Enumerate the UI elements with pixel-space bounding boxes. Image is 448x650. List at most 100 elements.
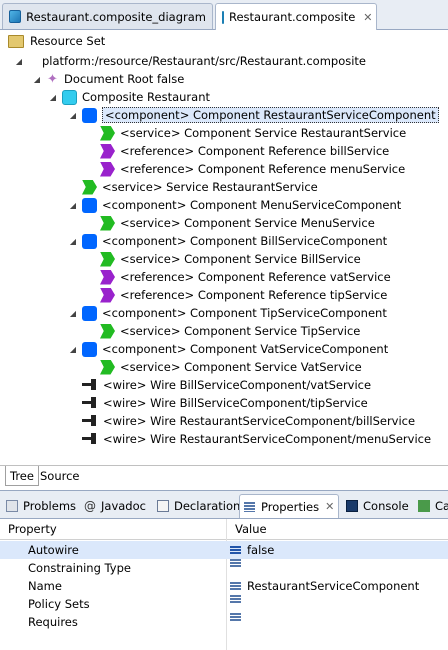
- tab-label: Properties: [261, 499, 320, 514]
- tab-label: Ca: [435, 498, 448, 513]
- tree-item-service[interactable]: <service> Component Service BillService: [100, 250, 361, 268]
- property-name: Name: [28, 579, 62, 593]
- tree-item-label: <reference> Component Reference tipServi…: [120, 288, 388, 302]
- tree-item-reference[interactable]: <reference> Component Reference menuServ…: [100, 160, 405, 178]
- tree-item-component[interactable]: ◢ <component> Component TipServiceCompon…: [68, 304, 387, 322]
- expand-arrow-icon[interactable]: ◢: [68, 111, 78, 120]
- reference-icon: [100, 269, 115, 285]
- tab-source[interactable]: Source: [36, 466, 84, 486]
- list-icon: [230, 581, 241, 591]
- composite-file-icon: [222, 10, 224, 24]
- expand-arrow-icon[interactable]: ◢: [14, 57, 24, 66]
- tree-item-label: <service> Component Service VatService: [120, 360, 362, 374]
- component-icon: [82, 233, 97, 249]
- tree-item-label: <component> Component RestaurantServiceC…: [102, 107, 439, 123]
- property-row-constraining-type[interactable]: Constraining Type: [0, 559, 448, 577]
- tree-item-label: <component> Component TipServiceComponen…: [102, 306, 387, 320]
- expand-arrow-icon[interactable]: ◢: [32, 75, 42, 84]
- tree-item-label: <reference> Component Reference vatServi…: [120, 270, 391, 284]
- wire-icon: [82, 396, 98, 410]
- at-icon: @: [84, 498, 96, 513]
- tab-tree[interactable]: Tree: [5, 466, 39, 486]
- tree-item-service[interactable]: <service> Service RestaurantService: [82, 178, 318, 196]
- property-value: false: [247, 543, 275, 557]
- property-row-name[interactable]: Name RestaurantServiceComponent: [0, 577, 448, 595]
- column-header-value[interactable]: Value: [227, 519, 448, 539]
- edit-value-icon: [230, 545, 241, 555]
- tab-properties[interactable]: Properties ✕: [239, 494, 340, 518]
- expand-arrow-icon[interactable]: ◢: [68, 201, 78, 210]
- service-icon: [100, 323, 115, 339]
- tree-item-document-root[interactable]: ◢ ✦ Document Root false: [32, 70, 184, 88]
- service-icon: [100, 215, 115, 231]
- component-icon: [82, 305, 97, 321]
- tree-item-composite[interactable]: ◢ Composite Restaurant: [48, 88, 210, 106]
- tree-item-wire[interactable]: <wire> Wire RestaurantServiceComponent/b…: [82, 412, 415, 430]
- declaration-icon: [157, 499, 169, 512]
- model-tree: ◢ platform:/resource/Restaurant/src/Rest…: [0, 52, 448, 464]
- expand-arrow-icon[interactable]: ◢: [68, 237, 78, 246]
- tab-restaurant-composite-diagram[interactable]: Restaurant.composite_diagram: [2, 3, 213, 29]
- tab-label: Problems: [23, 498, 77, 513]
- tree-item-label: <reference> Component Reference menuServ…: [120, 162, 406, 176]
- service-icon: [100, 359, 115, 375]
- tab-label: Source: [40, 469, 80, 483]
- tree-item-resource[interactable]: ◢ platform:/resource/Restaurant/src/Rest…: [14, 52, 366, 70]
- tree-item-label: <component> Component BillServiceCompone…: [102, 234, 388, 248]
- tab-restaurant-composite[interactable]: Restaurant.composite ✕: [215, 3, 377, 30]
- tree-item-reference[interactable]: <reference> Component Reference billServ…: [100, 142, 389, 160]
- diagram-file-icon: [9, 10, 22, 23]
- service-icon: [100, 125, 115, 141]
- tab-label: Javadoc: [101, 498, 146, 513]
- close-icon[interactable]: ✕: [325, 500, 334, 513]
- reference-icon: [100, 161, 115, 177]
- close-icon[interactable]: ✕: [363, 11, 372, 24]
- tree-item-component[interactable]: ◢ <component> Component MenuServiceCompo…: [68, 196, 401, 214]
- call-hierarchy-icon: [418, 499, 430, 512]
- tree-item-label: <component> Component MenuServiceCompone…: [102, 198, 402, 212]
- tree-item-label: <component> Component VatServiceComponen…: [102, 342, 389, 356]
- property-row-autowire[interactable]: Autowire false: [0, 541, 448, 559]
- tree-item-reference[interactable]: <reference> Component Reference tipServi…: [100, 286, 387, 304]
- resource-set-label: Resource Set: [30, 34, 106, 48]
- tree-item-service[interactable]: <service> Component Service MenuService: [100, 214, 375, 232]
- property-name: Policy Sets: [28, 597, 90, 611]
- tree-item-reference[interactable]: <reference> Component Reference vatServi…: [100, 268, 391, 286]
- tab-call-hierarchy[interactable]: Ca: [414, 494, 448, 517]
- tree-item-label: <service> Component Service MenuService: [120, 216, 375, 230]
- tree-item-wire[interactable]: <wire> Wire RestaurantServiceComponent/m…: [82, 430, 431, 448]
- folder-icon: [8, 34, 24, 48]
- tree-item-component[interactable]: ◢ <component> Component VatServiceCompon…: [68, 340, 388, 358]
- tree-item-label: <wire> Wire BillServiceComponent/tipServ…: [103, 396, 368, 410]
- expand-arrow-icon[interactable]: ◢: [68, 309, 78, 318]
- tree-item-label: <wire> Wire RestaurantServiceComponent/b…: [103, 414, 416, 428]
- tree-item-label: <service> Component Service TipService: [120, 324, 361, 338]
- views-tab-bar: Problems @ Javadoc Declaration Propertie…: [0, 490, 448, 519]
- tree-item-component[interactable]: ◢ <component> Component RestaurantServic…: [68, 106, 439, 124]
- property-row-requires[interactable]: Requires: [0, 613, 448, 631]
- tree-item-wire[interactable]: <wire> Wire BillServiceComponent/tipServ…: [82, 394, 368, 412]
- reference-icon: [100, 287, 115, 303]
- resource-set-header[interactable]: Resource Set: [0, 30, 448, 52]
- tree-item-service[interactable]: <service> Component Service TipService: [100, 322, 360, 340]
- tree-item-label: <service> Service RestaurantService: [102, 180, 318, 194]
- tree-item-service[interactable]: <service> Component Service RestaurantSe…: [100, 124, 406, 142]
- expand-arrow-icon[interactable]: ◢: [48, 93, 58, 102]
- reference-icon: [100, 143, 115, 159]
- tree-item-service[interactable]: <service> Component Service VatService: [100, 358, 362, 376]
- tree-item-label: <reference> Component Reference billServ…: [120, 144, 390, 158]
- tab-problems[interactable]: Problems: [2, 494, 80, 517]
- tree-item-label: platform:/resource/Restaurant/src/Restau…: [42, 54, 367, 68]
- console-icon: [346, 499, 358, 512]
- properties-icon: [244, 501, 255, 512]
- component-icon: [82, 107, 97, 123]
- tab-declaration[interactable]: Declaration: [153, 494, 244, 517]
- tree-item-wire[interactable]: <wire> Wire BillServiceComponent/vatServ…: [82, 376, 371, 394]
- tab-javadoc[interactable]: @ Javadoc: [80, 494, 150, 517]
- expand-arrow-icon[interactable]: ◢: [68, 345, 78, 354]
- tab-console[interactable]: Console: [342, 494, 413, 517]
- property-row-policy-sets[interactable]: Policy Sets: [0, 595, 448, 613]
- tab-label: Declaration: [174, 498, 241, 513]
- column-header-property[interactable]: Property: [0, 519, 226, 539]
- tree-item-component[interactable]: ◢ <component> Component BillServiceCompo…: [68, 232, 387, 250]
